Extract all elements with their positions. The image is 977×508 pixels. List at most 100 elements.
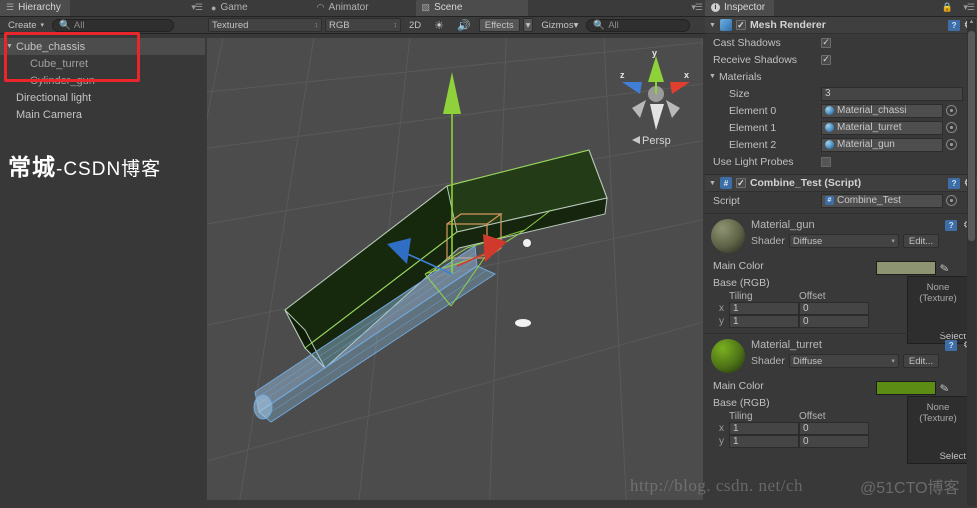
effects-chevron[interactable]: ▾ <box>522 18 534 32</box>
scene-audio-toggle[interactable]: 🔊 <box>452 18 476 32</box>
offset-x-input[interactable]: 0 <box>799 422 869 435</box>
tiling-y-input[interactable]: 1 <box>729 315 799 328</box>
materials-foldout[interactable]: ▼ Materials <box>705 68 977 85</box>
element-object-field[interactable]: Material_chassi <box>821 103 943 118</box>
script-object-field[interactable]: # Combine_Test <box>821 193 943 208</box>
element-object-field[interactable]: Material_turret <box>821 120 943 135</box>
hierarchy-list: ▼ Cube_chassis Cube_turret Cylinder_gun … <box>0 38 205 508</box>
create-button[interactable]: Create ▾ <box>3 18 49 32</box>
tab-scene-label: Scene <box>434 2 463 13</box>
main-color-swatch[interactable] <box>875 261 936 275</box>
gizmos-dropdown[interactable]: Gizmos ▾ <box>536 18 583 32</box>
eyedropper-icon[interactable]: ✎ <box>939 261 950 275</box>
main-color-label: Main Color <box>713 259 764 272</box>
tab-hierarchy[interactable]: ☰ Hierarchy <box>0 0 70 16</box>
inspector-scrollbar[interactable]: ▲ <box>967 19 976 506</box>
effects-dropdown[interactable]: Effects <box>478 18 520 32</box>
panel-menu-icon[interactable]: ▾☰ <box>191 2 203 13</box>
script-icon: # <box>719 177 732 189</box>
object-picker-icon[interactable] <box>946 139 957 150</box>
tiling-header: Tiling <box>729 411 753 422</box>
component-header-mesh-renderer[interactable]: ▼ ✓ Mesh Renderer ? ⚙ <box>705 17 977 34</box>
texture-select-button[interactable]: Select <box>940 451 966 462</box>
offset-y-value: 0 <box>803 316 809 327</box>
use-light-probes-checkbox[interactable] <box>821 156 831 167</box>
tiling-y-input[interactable]: 1 <box>729 435 799 448</box>
combine-test-enabled-checkbox[interactable]: ✓ <box>735 178 746 188</box>
cast-shadows-row: Cast Shadows ✓ <box>705 34 977 51</box>
element-object-field[interactable]: Material_gun <box>821 137 943 152</box>
color-mode-dropdown[interactable]: RGB ↕ <box>325 18 401 32</box>
shader-edit-button[interactable]: Edit... <box>902 354 940 368</box>
tiling-y-value: 1 <box>733 316 739 327</box>
gizmo-y-cone <box>648 56 664 82</box>
eyedropper-icon[interactable]: ✎ <box>939 381 950 395</box>
receive-shadows-row: Receive Shadows ✓ <box>705 51 977 68</box>
watermark-cn: 常城 <box>8 154 56 180</box>
inspector-scroll-thumb[interactable] <box>968 31 975 241</box>
size-input[interactable]: 3 <box>821 86 963 101</box>
help-icon[interactable]: ? <box>945 340 958 351</box>
object-picker-icon[interactable] <box>946 195 957 206</box>
panel-menu-icon[interactable]: ▾☰ <box>691 2 703 13</box>
chevron-down-icon: ▾ <box>573 19 579 31</box>
shader-dropdown[interactable]: Diffuse ▾ <box>788 354 899 368</box>
object-picker-icon[interactable] <box>946 105 957 116</box>
scene-search-input[interactable]: 🔍 All <box>586 18 691 32</box>
base-rgb-label: Base (RGB) <box>713 396 770 409</box>
expand-triangle-icon[interactable]: ▼ <box>6 43 16 50</box>
hierarchy-item-label: Main Camera <box>16 108 83 121</box>
hierarchy-search-input[interactable]: 🔍 All <box>52 18 175 32</box>
shader-edit-label: Edit... <box>908 355 934 367</box>
help-icon[interactable]: ? <box>945 220 958 231</box>
hierarchy-item-cylinder-gun[interactable]: Cylinder_gun <box>0 72 205 89</box>
receive-shadows-checkbox[interactable]: ✓ <box>821 54 831 65</box>
toggle-2d-button[interactable]: 2D <box>404 18 426 32</box>
cast-shadows-checkbox[interactable]: ✓ <box>821 37 831 48</box>
audio-icon: 🔊 <box>457 19 471 32</box>
hierarchy-item-directional-light[interactable]: Directional light <box>0 89 205 106</box>
script-asset-icon: # <box>825 196 834 205</box>
offset-x-input[interactable]: 0 <box>799 302 869 315</box>
cast-shadows-label: Cast Shadows <box>713 36 781 49</box>
shader-edit-button[interactable]: Edit... <box>902 234 940 248</box>
script-value: Combine_Test <box>837 195 901 206</box>
scroll-up-arrow-icon[interactable]: ▲ <box>968 19 975 25</box>
material-sphere-icon <box>825 140 834 149</box>
panel-menu-icon[interactable]: ▾☰ <box>963 2 975 13</box>
hierarchy-item-label: Cylinder_gun <box>30 74 95 87</box>
tab-scene[interactable]: ▧ Scene <box>415 0 529 16</box>
scene-lighting-toggle[interactable]: ☀ <box>429 18 449 32</box>
help-icon[interactable]: ? <box>948 19 961 31</box>
material-block-gun: Material_gun Shader Diffuse ▾ Edit... ? <box>705 213 977 344</box>
hierarchy-item-cube-turret[interactable]: Cube_turret <box>0 55 205 72</box>
tab-inspector[interactable]: i Inspector <box>705 0 775 16</box>
scene-orientation-gizmo[interactable]: x y z Persp <box>610 42 702 152</box>
tiling-x-input[interactable]: 1 <box>729 422 799 435</box>
expand-triangle-icon[interactable]: ▼ <box>709 180 716 187</box>
y-axis-label: y <box>719 316 724 327</box>
gizmo-z-label: z <box>620 70 625 80</box>
main-color-swatch[interactable] <box>875 381 936 395</box>
object-picker-icon[interactable] <box>946 122 957 133</box>
hierarchy-item-main-camera[interactable]: Main Camera <box>0 106 205 123</box>
tiling-x-value: 1 <box>733 303 739 314</box>
offset-y-input[interactable]: 0 <box>799 435 869 448</box>
tiling-x-input[interactable]: 1 <box>729 302 799 315</box>
texture-slot-turret[interactable]: None (Texture) Select <box>907 396 969 464</box>
draw-mode-dropdown[interactable]: Textured ↕ <box>208 18 322 32</box>
hierarchy-item-cube-chassis[interactable]: ▼ Cube_chassis <box>0 38 205 55</box>
tab-animator[interactable]: ◠ Animator <box>310 0 378 16</box>
gizmo-y-label: y <box>652 48 657 58</box>
help-icon[interactable]: ? <box>948 177 961 189</box>
mesh-renderer-enabled-checkbox[interactable]: ✓ <box>735 20 746 30</box>
component-header-combine-test[interactable]: ▼ # ✓ Combine_Test (Script) ? ⚙ <box>705 175 977 192</box>
expand-triangle-icon[interactable]: ▼ <box>709 22 716 29</box>
tiling-y-value: 1 <box>733 436 739 447</box>
light-gizmo-icon <box>515 319 531 327</box>
shader-dropdown[interactable]: Diffuse ▾ <box>788 234 899 248</box>
expand-triangle-icon[interactable]: ▼ <box>709 73 716 80</box>
lock-icon[interactable]: 🔒 <box>942 2 953 13</box>
offset-y-input[interactable]: 0 <box>799 315 869 328</box>
tab-game[interactable]: ● Game <box>205 0 257 16</box>
